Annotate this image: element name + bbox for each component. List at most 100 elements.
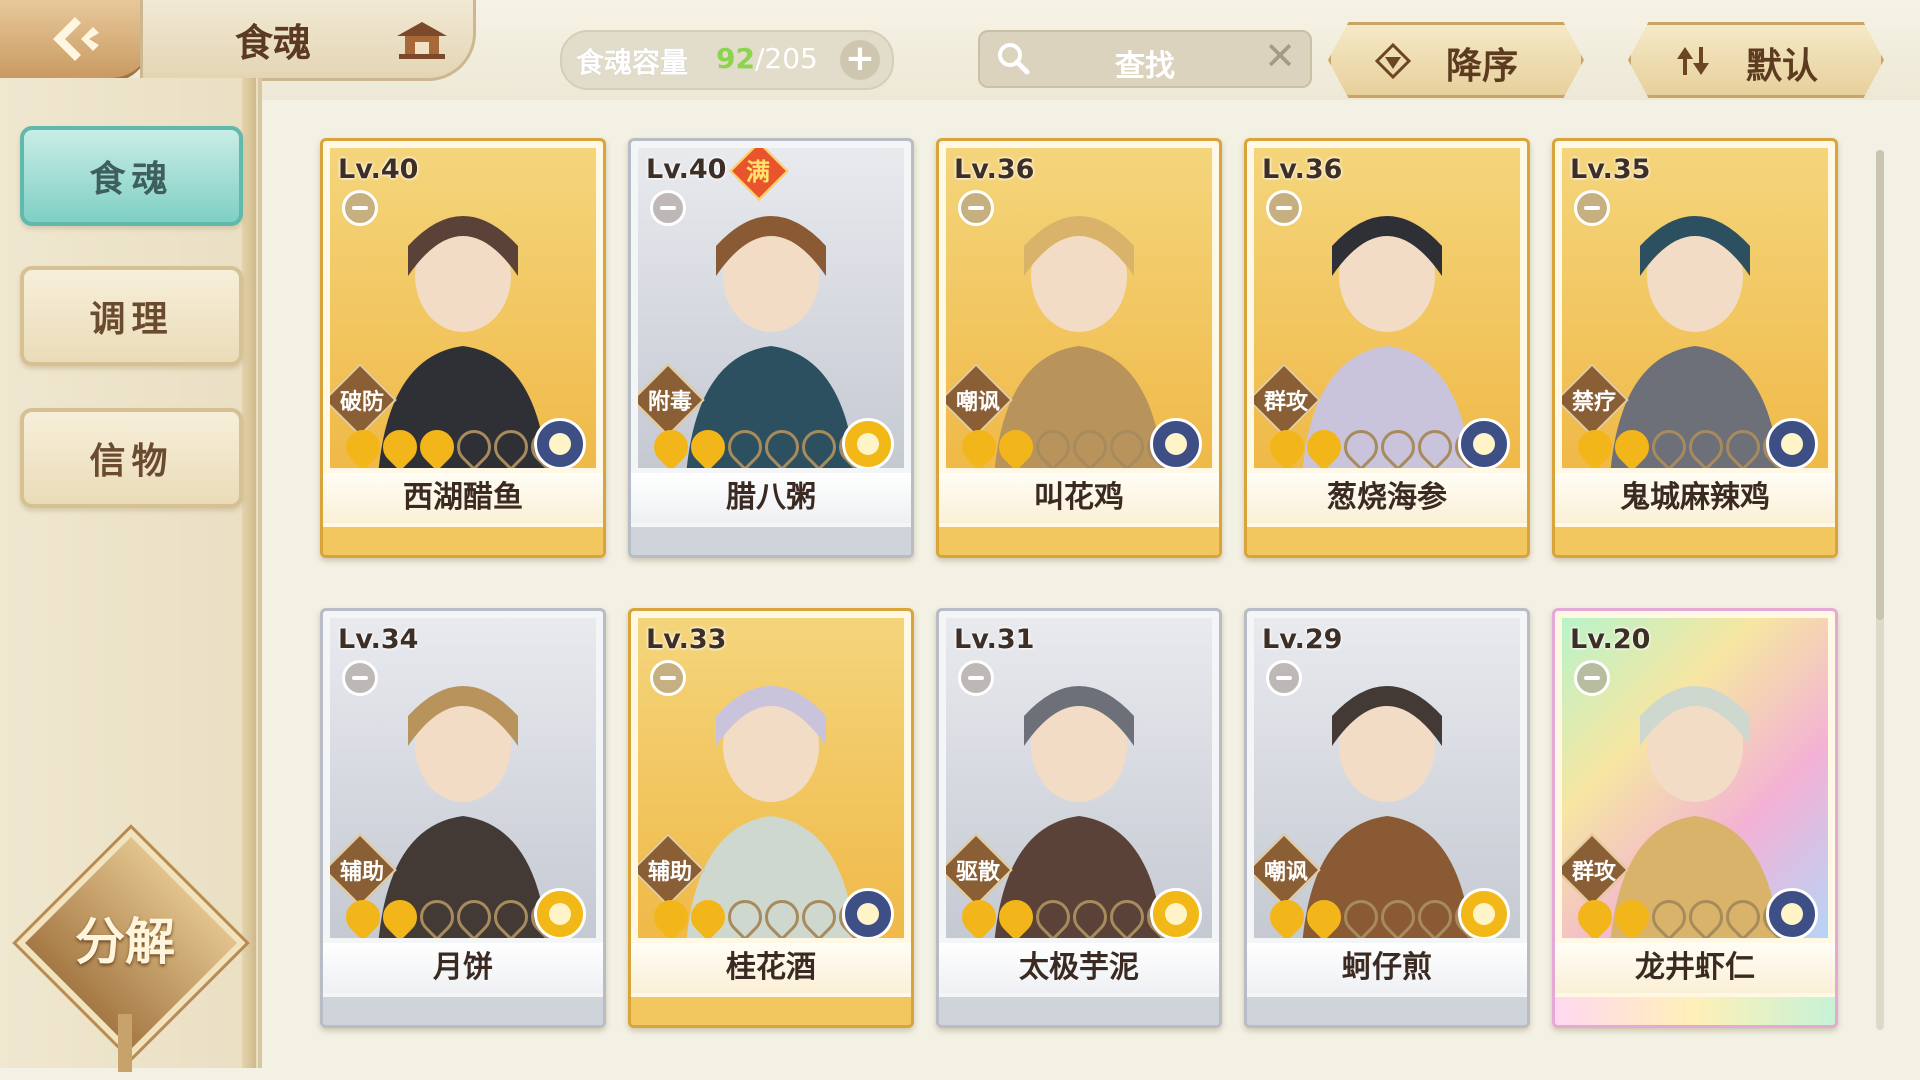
star-rating [338, 892, 573, 938]
star-icon [1262, 422, 1312, 468]
sort-descending-icon [1375, 43, 1411, 79]
capacity-max: /205 [754, 42, 818, 75]
food-soul-card[interactable]: Lv.29 嘲讽蚵仔煎 [1244, 608, 1530, 1028]
card-footer [1555, 527, 1835, 555]
role-label: 群攻 [1263, 390, 1308, 415]
food-soul-card[interactable]: Lv.33 辅助 桂花酒 [628, 608, 914, 1028]
back-button[interactable] [0, 0, 150, 82]
star-icon [1028, 422, 1078, 468]
lock-icon[interactable] [1266, 190, 1302, 226]
star-rating [1570, 892, 1805, 938]
star-rating [954, 422, 1189, 468]
character-figure [686, 216, 856, 468]
star-icon [1299, 422, 1349, 468]
character-portrait: Lv.34 辅助 [330, 618, 596, 938]
character-figure [686, 686, 856, 938]
food-soul-card[interactable]: Lv.36 嘲讽 叫花鸡 [936, 138, 1222, 558]
food-soul-card[interactable]: Lv.34 辅助 月饼 [320, 608, 606, 1028]
page-title-tab: 食魂 [140, 0, 476, 81]
role-badge: 驱散 [946, 833, 1013, 907]
lock-icon[interactable] [1574, 660, 1610, 696]
star-icon [375, 892, 425, 938]
food-soul-card[interactable]: Lv.40 满附毒 腊八粥 [628, 138, 914, 558]
star-rating [1570, 422, 1805, 468]
food-soul-name: 蚵仔煎 [1247, 943, 1527, 993]
sort-order-button[interactable]: 降序 [1328, 22, 1584, 98]
level-label: Lv.31 [954, 624, 1035, 655]
star-icon [794, 422, 844, 468]
attribute-flower-icon [842, 888, 894, 938]
character-figure [994, 686, 1164, 938]
lock-icon[interactable] [342, 190, 378, 226]
star-icon [486, 422, 536, 468]
star-icon [954, 892, 1004, 938]
sidebar-item-food-souls[interactable]: 食魂 [20, 126, 243, 226]
expand-capacity-button[interactable]: + [840, 40, 880, 80]
star-icon [486, 892, 536, 938]
food-soul-name: 太极芋泥 [939, 943, 1219, 993]
food-soul-name: 龙井虾仁 [1555, 943, 1835, 993]
star-icon [1410, 892, 1460, 938]
star-icon [720, 892, 770, 938]
star-icon [1718, 422, 1768, 468]
character-portrait: Lv.40 满附毒 [638, 148, 904, 468]
scrollbar[interactable] [1876, 150, 1884, 1030]
food-soul-name: 葱烧海参 [1247, 473, 1527, 523]
sidebar-item-tokens[interactable]: 信物 [20, 408, 243, 508]
level-label: Lv.40 [338, 154, 419, 185]
food-soul-card[interactable]: Lv.35 禁疗 鬼城麻辣鸡 [1552, 138, 1838, 558]
star-icon [1644, 422, 1694, 468]
lock-icon[interactable] [650, 660, 686, 696]
character-portrait: Lv.31 驱散 [946, 618, 1212, 938]
sidebar-item-label: 调理 [89, 298, 174, 340]
pavilion-icon [397, 22, 447, 59]
decompose-label[interactable]: 分解 [40, 902, 210, 974]
food-soul-card[interactable]: Lv.20 群攻龙井虾仁 [1552, 608, 1838, 1028]
page-title: 食魂 [235, 19, 312, 65]
character-figure [1302, 686, 1472, 938]
role-badge: 群攻 [1562, 833, 1629, 907]
character-portrait: Lv.20 群攻 [1562, 618, 1828, 938]
scrollbar-thumb[interactable] [1876, 150, 1884, 620]
star-icon [1681, 892, 1731, 938]
card-footer [323, 527, 603, 555]
character-figure [1302, 216, 1472, 468]
lock-icon[interactable] [1266, 660, 1302, 696]
role-label: 驱散 [955, 860, 1000, 885]
card-footer [631, 997, 911, 1025]
tassel-ornament [118, 1014, 132, 1072]
star-icon [1570, 892, 1620, 938]
star-icon [757, 422, 807, 468]
star-icon [720, 422, 770, 468]
attribute-flower-icon [1766, 888, 1818, 938]
role-badge: 附毒 [638, 363, 705, 437]
food-soul-card[interactable]: Lv.31 驱散太极芋泥 [936, 608, 1222, 1028]
level-label: Lv.29 [1262, 624, 1343, 655]
star-icon [1262, 892, 1312, 938]
sort-mode-label: 默认 [1746, 45, 1819, 87]
lock-icon[interactable] [342, 660, 378, 696]
search-field[interactable]: 查找 ✕ [978, 30, 1312, 88]
food-soul-card[interactable]: Lv.40 破防 西湖醋鱼 [320, 138, 606, 558]
character-portrait: Lv.35 禁疗 [1562, 148, 1828, 468]
star-icon [1644, 892, 1694, 938]
lock-icon[interactable] [958, 190, 994, 226]
clear-search-icon[interactable]: ✕ [1264, 34, 1296, 78]
sidebar-item-cooking[interactable]: 调理 [20, 266, 243, 366]
food-soul-card[interactable]: Lv.36 群攻 葱烧海参 [1244, 138, 1530, 558]
star-icon [1299, 892, 1349, 938]
level-label: Lv.20 [1570, 624, 1651, 655]
role-label: 附毒 [647, 390, 692, 415]
card-footer [631, 527, 911, 555]
lock-icon[interactable] [650, 190, 686, 226]
lock-icon[interactable] [1574, 190, 1610, 226]
sort-mode-button[interactable]: 默认 [1628, 22, 1884, 98]
star-icon [1607, 422, 1657, 468]
character-portrait: Lv.36 群攻 [1254, 148, 1520, 468]
attribute-flower-icon [1150, 418, 1202, 468]
role-badge: 禁疗 [1562, 363, 1629, 437]
lock-icon[interactable] [958, 660, 994, 696]
capacity-count: 92/205 [716, 42, 818, 75]
role-badge: 嘲讽 [1254, 833, 1321, 907]
role-label: 禁疗 [1571, 390, 1616, 415]
